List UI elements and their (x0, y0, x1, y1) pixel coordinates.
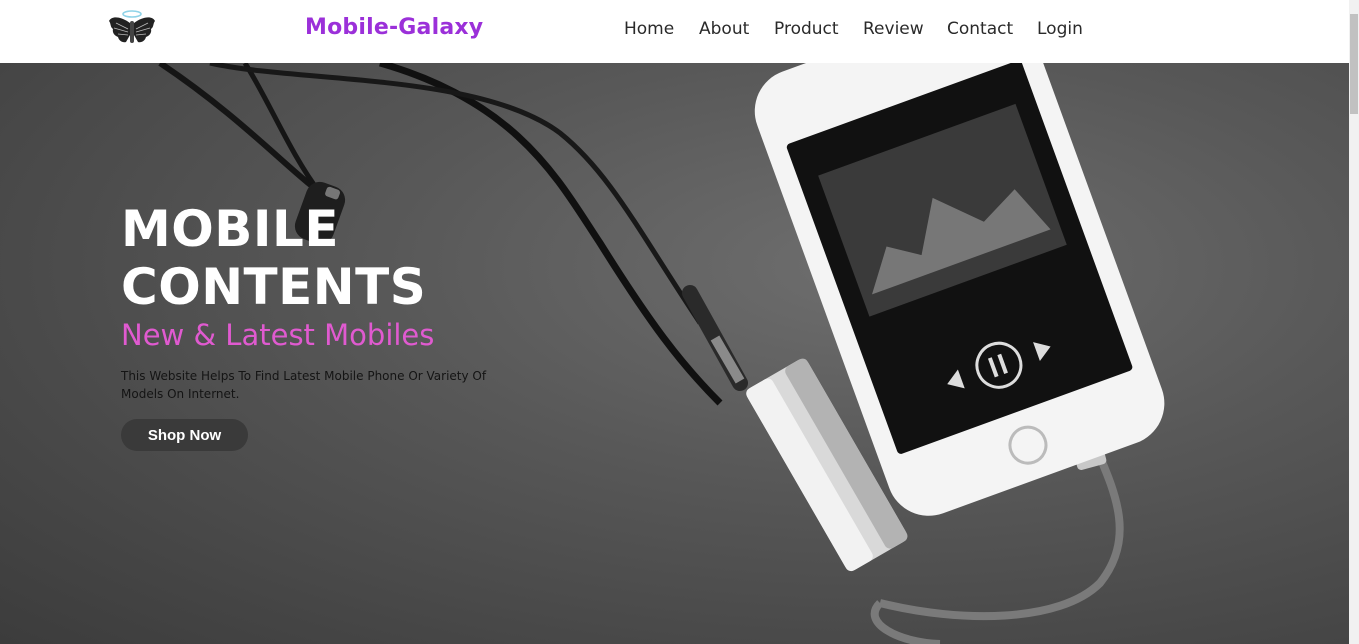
hero-subtitle: New & Latest Mobiles (121, 318, 435, 352)
hero-section: MOBILE CONTENTS New & Latest Mobiles Thi… (0, 63, 1349, 644)
hero-title-line1: MOBILE (121, 200, 339, 258)
top-navbar: Mobile-Galaxy Home About Product Review … (0, 0, 1349, 63)
nav-contact[interactable]: Contact (947, 19, 1013, 39)
hero-title: MOBILE CONTENTS (121, 200, 621, 316)
nav-home[interactable]: Home (624, 19, 674, 39)
nav-login[interactable]: Login (1037, 19, 1083, 39)
scrollbar-thumb[interactable] (1350, 14, 1358, 114)
nav-about[interactable]: About (699, 19, 749, 39)
nav-product[interactable]: Product (774, 19, 839, 39)
page-scrollbar[interactable] (1349, 0, 1359, 644)
hero-background-image (158, 63, 1165, 644)
nav-review[interactable]: Review (863, 19, 924, 39)
hero-title-line2: CONTENTS (121, 258, 427, 316)
hero-description: This Website Helps To Find Latest Mobile… (121, 369, 487, 401)
shop-now-button[interactable]: Shop Now (121, 419, 248, 451)
main-nav: Home About Product Review Contact Login (0, 19, 1349, 45)
